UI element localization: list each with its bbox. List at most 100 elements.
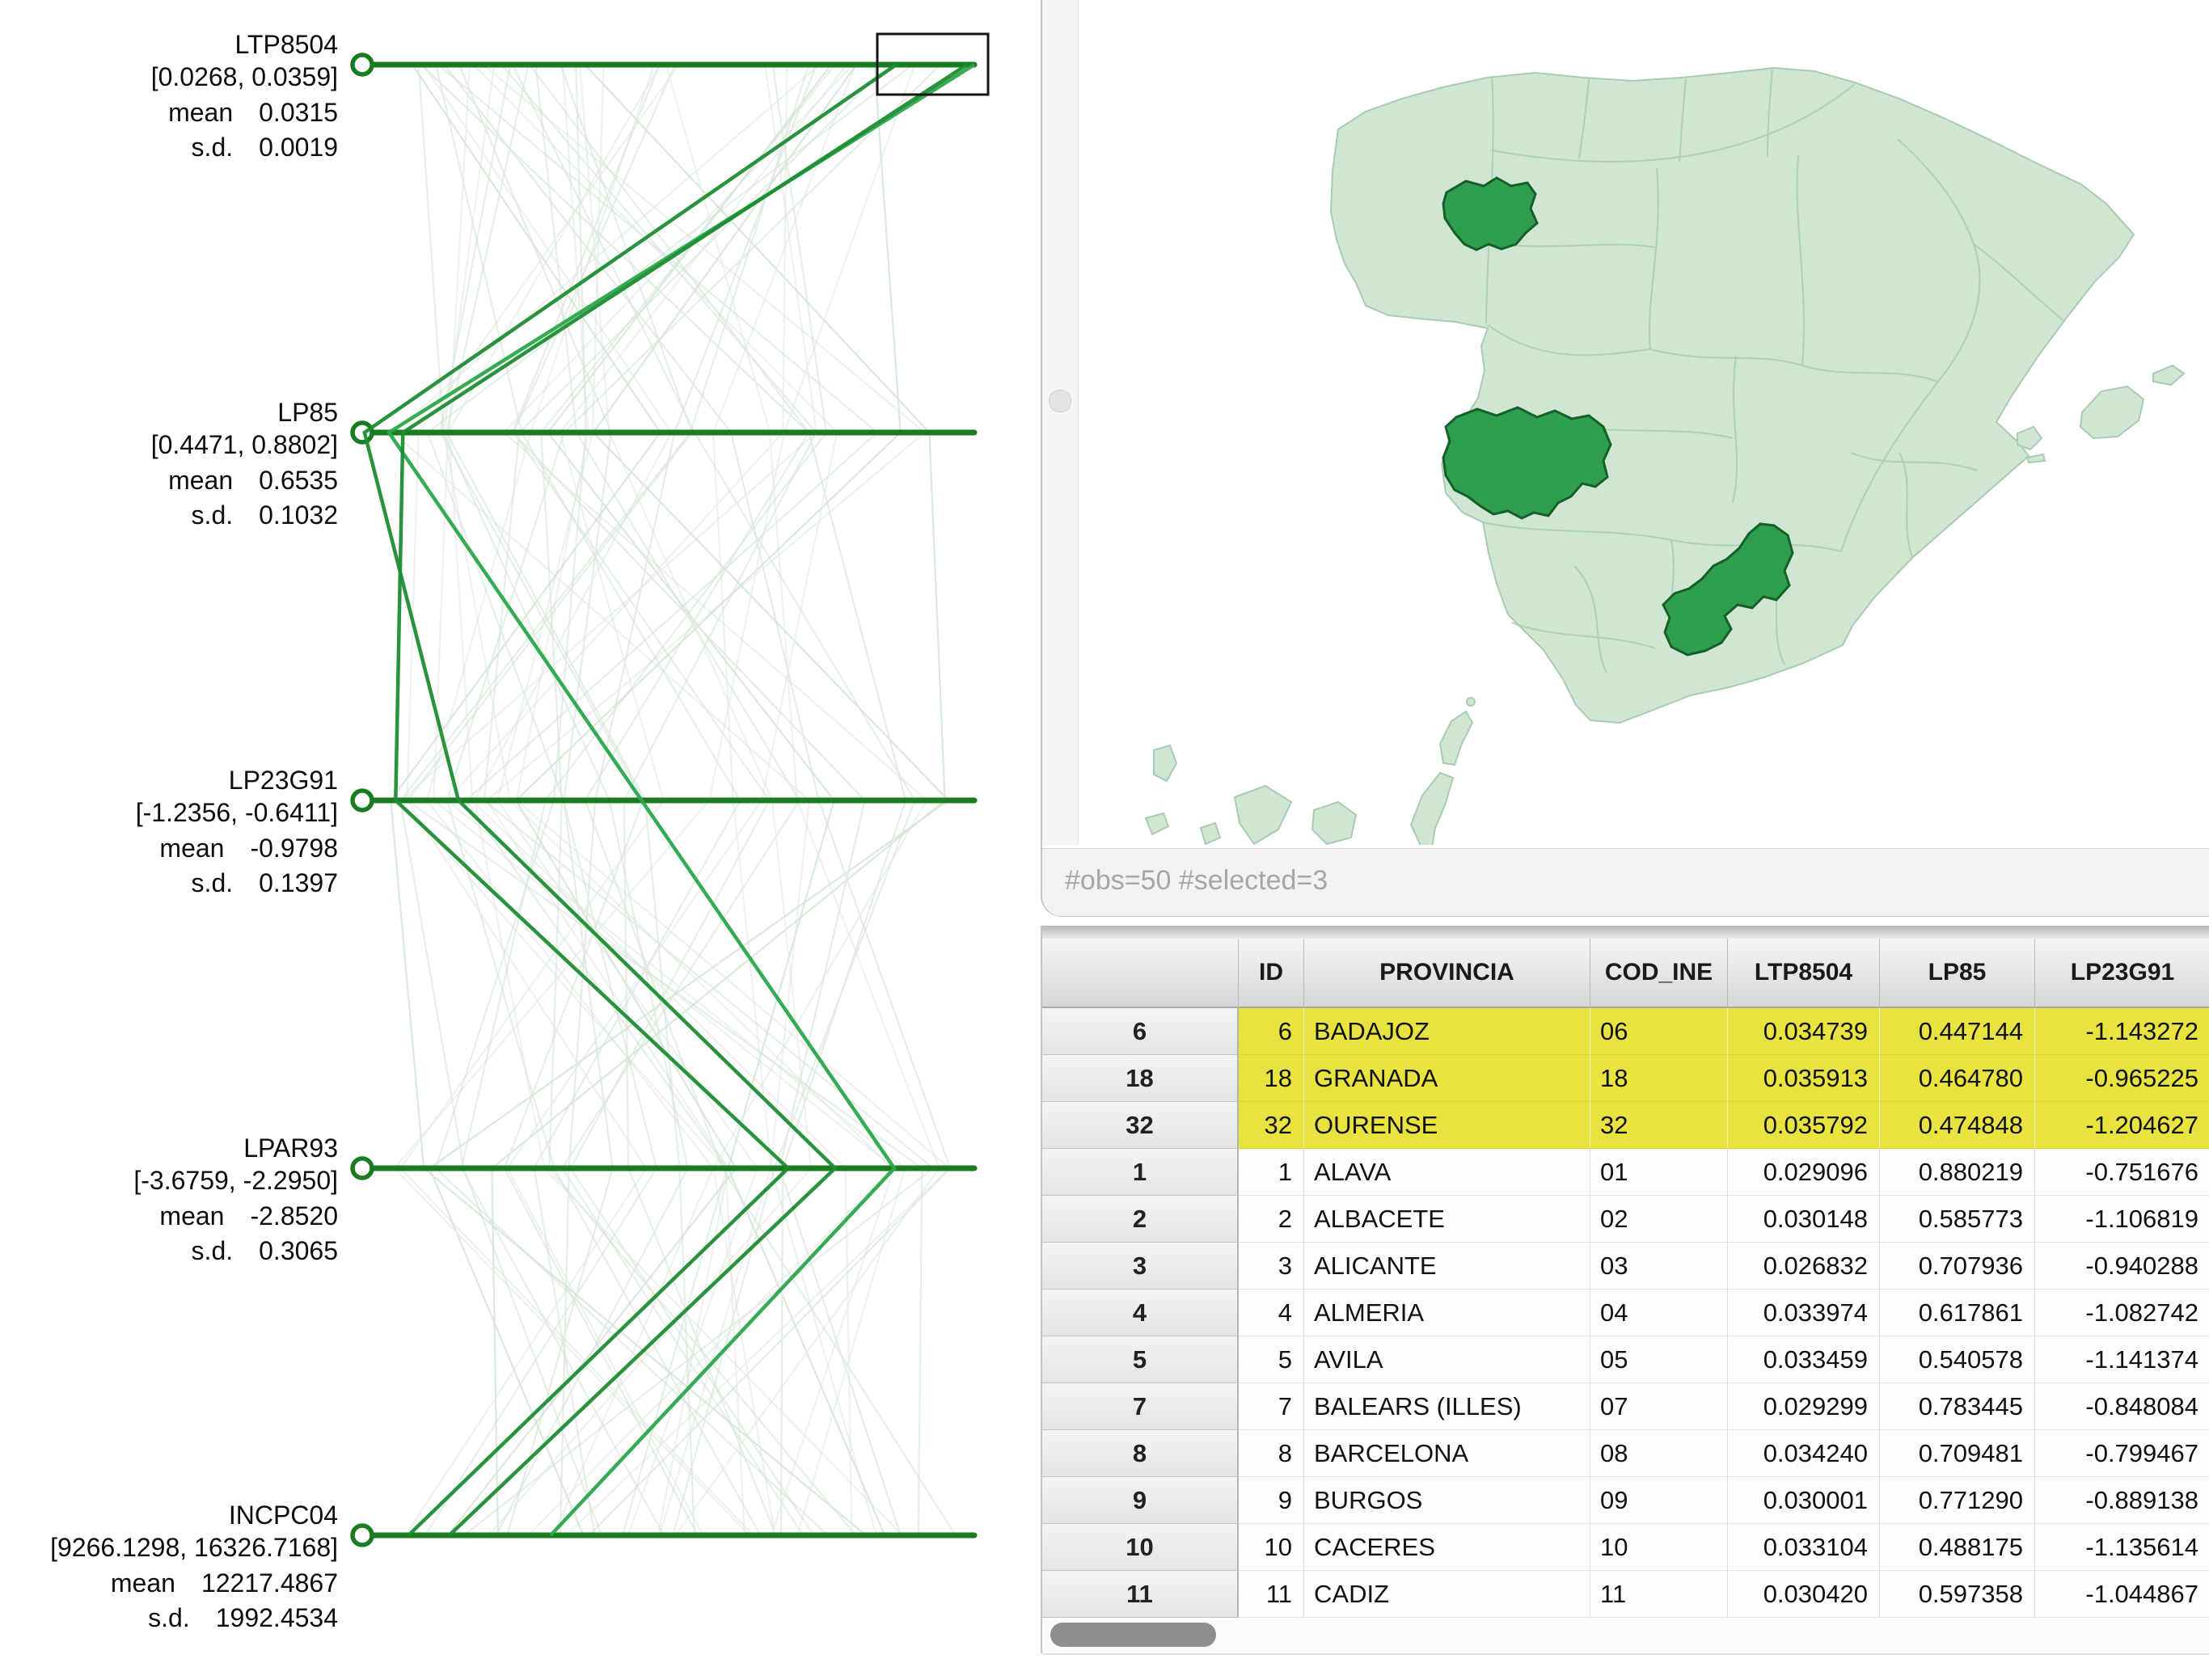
spain-provinces-map[interactable] <box>1042 0 2209 845</box>
cell-lp85: 0.597358 <box>1880 1571 2035 1618</box>
table-row[interactable]: 1111CADIZ110.0304200.597358-1.044867 <box>1042 1571 2209 1618</box>
column-header-rownum[interactable] <box>1042 939 1239 1008</box>
row-number[interactable]: 1 <box>1042 1149 1239 1196</box>
cell-ltp8504: 0.033974 <box>1728 1290 1880 1336</box>
table-scrollbar-thumb[interactable] <box>1050 1623 1216 1647</box>
table-row[interactable]: 77BALEARS (ILLES)070.0292990.783445-0.84… <box>1042 1383 2209 1430</box>
parallel-coordinates-plot[interactable]: LTP8504[0.0268, 0.0359]mean 0.0315s.d. 0… <box>0 0 1007 1676</box>
cell-lp23g91: -0.848084 <box>2035 1383 2209 1430</box>
cell-lp85: 0.447144 <box>1880 1008 2035 1055</box>
row-number[interactable]: 10 <box>1042 1524 1239 1571</box>
table-body: 66BADAJOZ060.0347390.447144-1.1432721818… <box>1042 1008 2209 1619</box>
cell-id: 10 <box>1239 1524 1304 1571</box>
table-row[interactable]: 99BURGOS090.0300010.771290-0.889138 <box>1042 1477 2209 1524</box>
table-row[interactable]: 1818GRANADA180.0359130.464780-0.965225 <box>1042 1055 2209 1102</box>
row-number[interactable]: 9 <box>1042 1477 1239 1524</box>
cell-ltp8504: 0.030420 <box>1728 1571 1880 1618</box>
cell-cod-ine: 08 <box>1590 1430 1728 1477</box>
table-row[interactable]: 66BADAJOZ060.0347390.447144-1.143272 <box>1042 1008 2209 1055</box>
cell-id: 18 <box>1239 1055 1304 1102</box>
axis-label-lp23g91-line1: LP23G91 <box>229 766 338 795</box>
row-number[interactable]: 11 <box>1042 1571 1239 1618</box>
cell-lp85: 0.709481 <box>1880 1430 2035 1477</box>
balearic-islands[interactable] <box>2017 365 2184 462</box>
cell-provincia: BURGOS <box>1304 1477 1590 1524</box>
cell-ltp8504: 0.033104 <box>1728 1524 1880 1571</box>
cell-lp23g91: -0.940288 <box>2035 1243 2209 1290</box>
axis-label-lpar93-line3: mean -2.8520 <box>159 1201 338 1230</box>
table-row[interactable]: 44ALMERIA040.0339740.617861-1.082742 <box>1042 1290 2209 1336</box>
table-row[interactable]: 11ALAVA010.0290960.880219-0.751676 <box>1042 1149 2209 1196</box>
axis-endpoint-circle[interactable] <box>353 1159 372 1178</box>
axis-label-lp23g91-line3: mean -0.9798 <box>159 834 338 863</box>
table-row[interactable]: 3232OURENSE320.0357920.474848-1.204627 <box>1042 1102 2209 1149</box>
column-header-ID[interactable]: ID <box>1239 939 1304 1008</box>
cell-cod-ine: 10 <box>1590 1524 1728 1571</box>
parallel-coordinates-panel[interactable]: LTP8504[0.0268, 0.0359]mean 0.0315s.d. 0… <box>0 0 1007 1676</box>
cell-lp85: 0.464780 <box>1880 1055 2035 1102</box>
cell-provincia: ALAVA <box>1304 1149 1590 1196</box>
map-vertical-scrollbar[interactable] <box>1042 0 1079 845</box>
axis-label-ltp8504-line1: LTP8504 <box>235 30 339 59</box>
map-region-peninsula[interactable] <box>1331 68 2134 723</box>
axis-label-incpc04-line4: s.d. 1992.4534 <box>148 1603 338 1632</box>
column-header-COD_INE[interactable]: COD_INE <box>1590 939 1728 1008</box>
axis-label-ltp8504-line4: s.d. 0.0019 <box>192 133 338 162</box>
row-number[interactable]: 4 <box>1042 1290 1239 1336</box>
row-number[interactable]: 32 <box>1042 1102 1239 1149</box>
cell-lp23g91: -1.204627 <box>2035 1102 2209 1149</box>
axis-label-incpc04-line2: [9266.1298, 16326.7168] <box>50 1533 338 1562</box>
axis-label-lp85-line1: LP85 <box>277 398 338 427</box>
column-header-LTP8504[interactable]: LTP8504 <box>1728 939 1880 1008</box>
axis-endpoint-circle[interactable] <box>353 55 372 74</box>
column-header-LP23G91[interactable]: LP23G91 <box>2035 939 2209 1008</box>
table-row[interactable]: 1010CACERES100.0331040.488175-1.135614 <box>1042 1524 2209 1571</box>
cell-id: 32 <box>1239 1102 1304 1149</box>
cell-ltp8504: 0.030148 <box>1728 1196 1880 1243</box>
cell-lp23g91: -0.889138 <box>2035 1477 2209 1524</box>
cell-cod-ine: 01 <box>1590 1149 1728 1196</box>
row-number[interactable]: 2 <box>1042 1196 1239 1243</box>
cell-lp85: 0.488175 <box>1880 1524 2035 1571</box>
row-number[interactable]: 18 <box>1042 1055 1239 1102</box>
cell-id: 2 <box>1239 1196 1304 1243</box>
table-row[interactable]: 88BARCELONA080.0342400.709481-0.799467 <box>1042 1430 2209 1477</box>
row-number[interactable]: 8 <box>1042 1430 1239 1477</box>
table-window-top-edge <box>1042 926 2209 939</box>
column-header-PROVINCIA[interactable]: PROVINCIA <box>1304 939 1590 1008</box>
canary-islands[interactable] <box>1146 698 1475 845</box>
map-status-bar: #obs=50 #selected=3 <box>1042 848 2209 916</box>
cell-id: 9 <box>1239 1477 1304 1524</box>
axis-label-lp85-line3: mean 0.6535 <box>168 466 338 495</box>
pcp-axis-labels: LTP8504[0.0268, 0.0359]mean 0.0315s.d. 0… <box>50 30 338 1632</box>
cell-provincia: ALBACETE <box>1304 1196 1590 1243</box>
table-header-row: IDPROVINCIACOD_INELTP8504LP85LP23G91 <box>1042 939 2209 1008</box>
column-header-LP85[interactable]: LP85 <box>1880 939 2035 1008</box>
table-row[interactable]: 33ALICANTE030.0268320.707936-0.940288 <box>1042 1243 2209 1290</box>
row-number[interactable]: 3 <box>1042 1243 1239 1290</box>
map-scrollbar-thumb[interactable] <box>1049 390 1071 412</box>
cell-lp23g91: -0.751676 <box>2035 1149 2209 1196</box>
table-row[interactable]: 55AVILA050.0334590.540578-1.141374 <box>1042 1336 2209 1383</box>
table-horizontal-scrollbar[interactable] <box>1042 1619 2209 1655</box>
cell-provincia: ALICANTE <box>1304 1243 1590 1290</box>
axis-endpoint-circle[interactable] <box>353 1526 372 1545</box>
cell-lp23g91: -1.106819 <box>2035 1196 2209 1243</box>
cell-ltp8504: 0.029299 <box>1728 1383 1880 1430</box>
row-number[interactable]: 7 <box>1042 1383 1239 1430</box>
cell-cod-ine: 05 <box>1590 1336 1728 1383</box>
map-window: #obs=50 #selected=3 <box>1041 0 2209 917</box>
cell-lp85: 0.617861 <box>1880 1290 2035 1336</box>
axis-label-incpc04-line3: mean 12217.4867 <box>111 1568 338 1598</box>
row-number[interactable]: 6 <box>1042 1008 1239 1055</box>
row-number[interactable]: 5 <box>1042 1336 1239 1383</box>
cell-lp85: 0.707936 <box>1880 1243 2035 1290</box>
axis-label-lp85-line2: [0.4471, 0.8802] <box>151 430 338 459</box>
axis-endpoint-circle[interactable] <box>353 423 372 442</box>
cell-cod-ine: 03 <box>1590 1243 1728 1290</box>
cell-id: 4 <box>1239 1290 1304 1336</box>
cell-lp23g91: -1.141374 <box>2035 1336 2209 1383</box>
cell-cod-ine: 06 <box>1590 1008 1728 1055</box>
table-row[interactable]: 22ALBACETE020.0301480.585773-1.106819 <box>1042 1196 2209 1243</box>
axis-endpoint-circle[interactable] <box>353 791 372 810</box>
